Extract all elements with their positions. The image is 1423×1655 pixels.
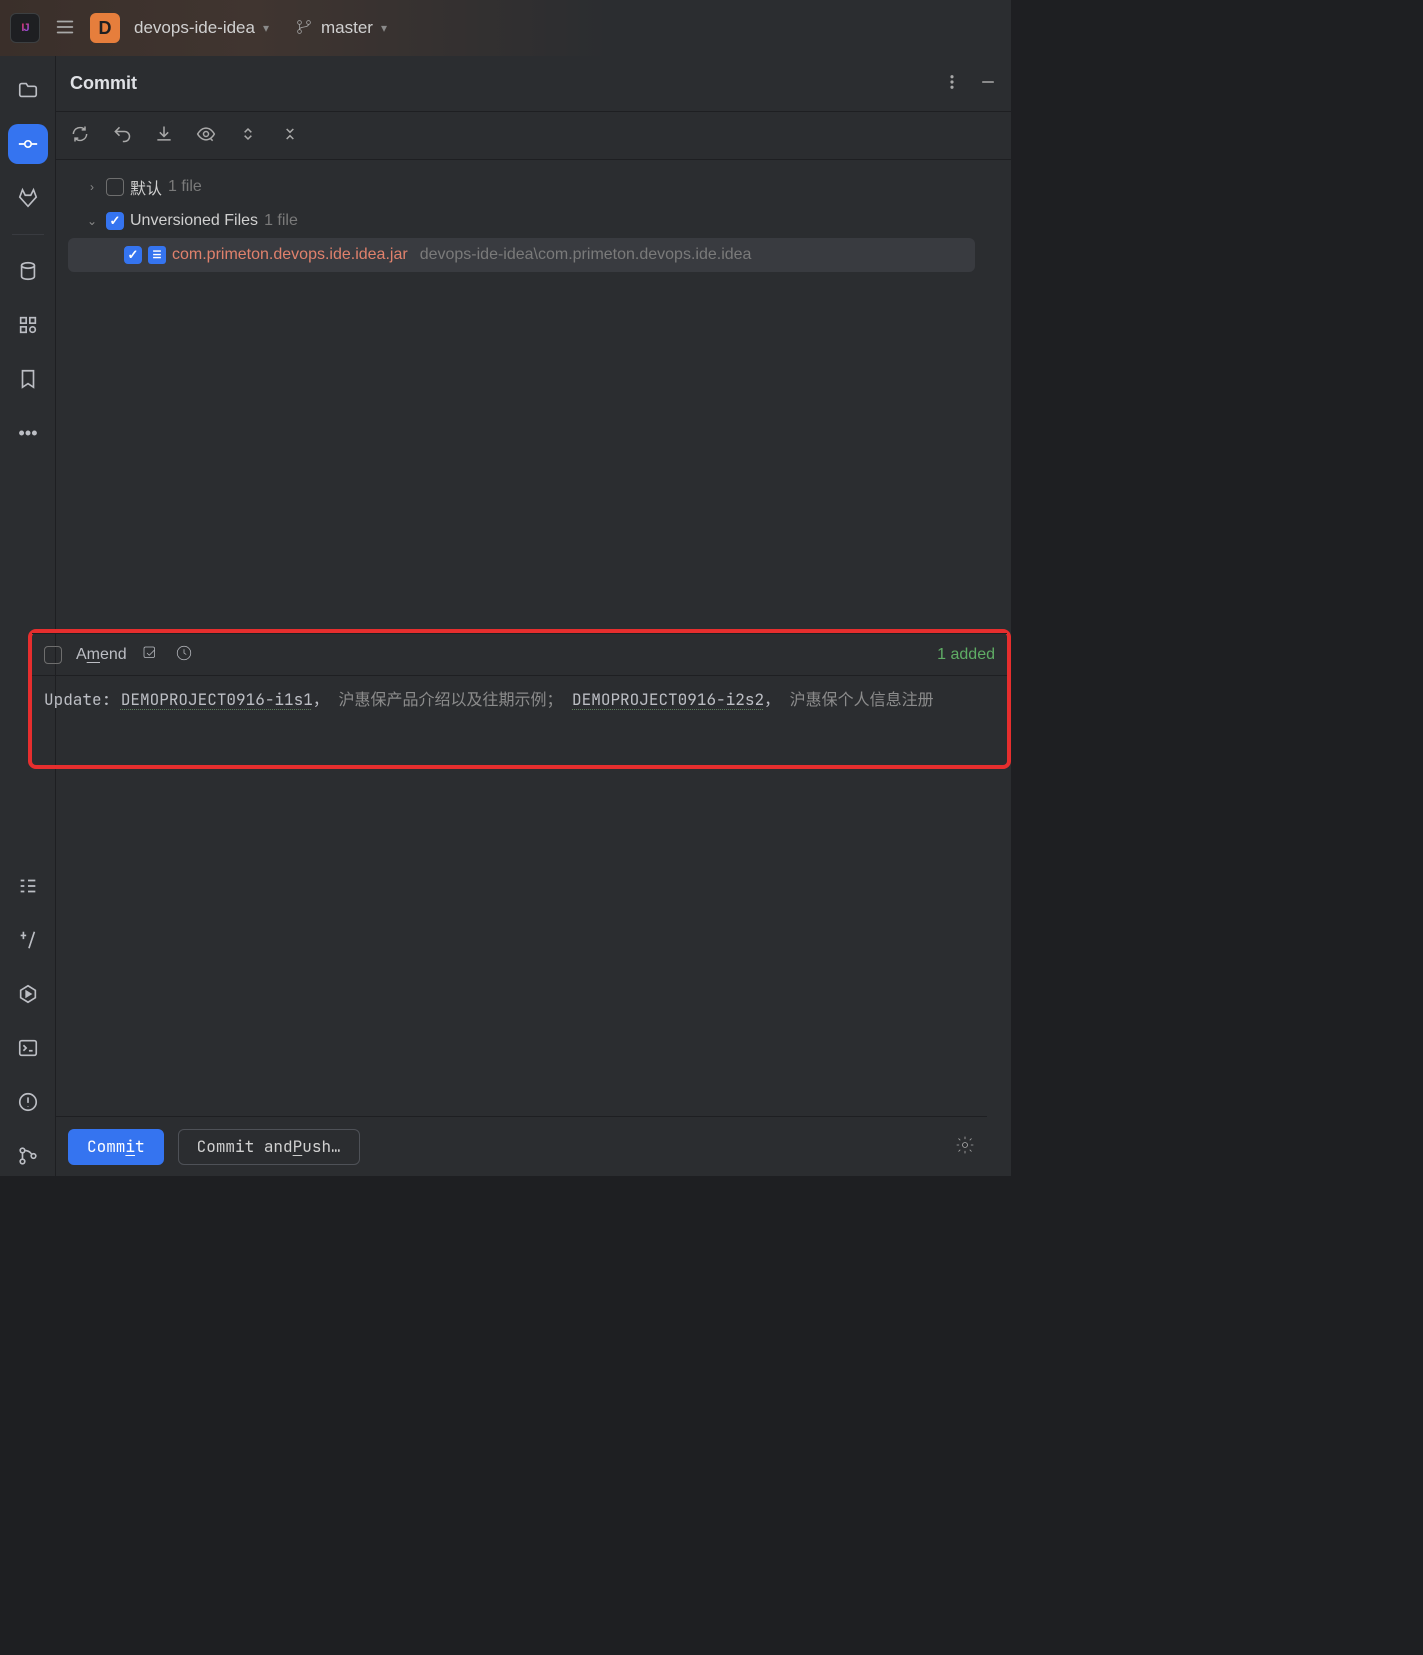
commit-checks-icon[interactable] — [141, 644, 159, 665]
vcs-tool-button[interactable] — [8, 1136, 48, 1176]
commit-footer: Commit Commit and Push… — [56, 1116, 987, 1176]
changes-tree: › 默认 1 file ⌄ Unversioned Files 1 file ☰… — [56, 160, 987, 282]
terminal-tool-button[interactable] — [8, 1028, 48, 1068]
main-menu-button[interactable] — [54, 16, 76, 41]
unversioned-label: Unversioned Files — [130, 212, 258, 230]
commit-toolbar — [56, 112, 1011, 160]
commit-options-bar: Amend 1 added — [32, 633, 1007, 675]
project-badge: D — [90, 13, 120, 43]
expand-icon[interactable]: › — [84, 180, 100, 194]
project-tool-button[interactable] — [8, 70, 48, 110]
panel-title: Commit — [70, 73, 137, 94]
chevron-down-icon: ▾ — [263, 21, 269, 35]
branch-name-label: master — [321, 18, 373, 38]
expand-all-button[interactable] — [238, 124, 258, 147]
shelve-button[interactable] — [154, 124, 174, 147]
bookmarks-tool-button[interactable] — [8, 359, 48, 399]
more-tools-button[interactable] — [8, 413, 48, 453]
panel-options-button[interactable] — [943, 73, 961, 94]
database-tool-button[interactable] — [8, 251, 48, 291]
unversioned-count: 1 file — [264, 212, 298, 230]
commit-panel: Commit › 默认 — [56, 56, 1011, 1176]
collapse-icon[interactable]: ⌄ — [84, 214, 100, 228]
branch-selector[interactable]: master ▾ — [295, 18, 387, 39]
gitlab-tool-button[interactable] — [8, 178, 48, 218]
diff-preview-button[interactable] — [196, 124, 216, 147]
run-tool-button[interactable] — [8, 974, 48, 1014]
hide-panel-button[interactable] — [979, 73, 997, 94]
commit-button[interactable]: Commit — [68, 1129, 164, 1165]
structure-tool-button[interactable] — [8, 305, 48, 345]
commit-and-push-button[interactable]: Commit and Push… — [178, 1129, 360, 1165]
file-checkbox[interactable] — [124, 246, 142, 264]
problems-tool-button[interactable] — [8, 1082, 48, 1122]
file-name-label: com.primeton.devops.ide.idea.jar — [172, 246, 408, 264]
changelist-default-label: 默认 — [130, 175, 162, 199]
branch-icon — [295, 18, 313, 39]
changelist-default-count: 1 file — [168, 178, 202, 196]
app-icon[interactable]: IJ — [10, 13, 40, 43]
build-tool-button[interactable] — [8, 920, 48, 960]
commit-history-icon[interactable] — [175, 644, 193, 665]
collapse-all-button[interactable] — [280, 124, 300, 147]
project-name-label: devops-ide-idea — [134, 18, 255, 38]
chevron-down-icon: ▾ — [381, 21, 387, 35]
added-count-label: 1 added — [937, 646, 995, 664]
changelist-default[interactable]: › 默认 1 file — [68, 170, 975, 204]
commit-message-input[interactable]: Update: DEMOPROJECT0916-i1s1， 沪惠保产品介绍以及往… — [32, 675, 1007, 765]
commit-tool-button[interactable] — [8, 124, 48, 164]
jar-file-icon: ☰ — [148, 246, 166, 264]
title-bar: IJ D devops-ide-idea ▾ master ▾ — [0, 0, 1011, 56]
file-row[interactable]: ☰ com.primeton.devops.ide.idea.jar devop… — [68, 238, 975, 272]
left-tool-strip — [0, 56, 56, 1176]
rollback-button[interactable] — [112, 124, 132, 147]
unversioned-checkbox[interactable] — [106, 212, 124, 230]
unversioned-files-node[interactable]: ⌄ Unversioned Files 1 file — [68, 204, 975, 238]
amend-checkbox[interactable] — [44, 646, 62, 664]
project-selector[interactable]: devops-ide-idea ▾ — [134, 18, 269, 38]
changelist-default-checkbox[interactable] — [106, 178, 124, 196]
refresh-button[interactable] — [70, 124, 90, 147]
commit-settings-button[interactable] — [955, 1135, 975, 1158]
highlighted-region: Amend 1 added Update: DEMOPROJECT0916-i1… — [28, 629, 1011, 769]
file-path-label: devops-ide-idea\com.primeton.devops.ide.… — [420, 246, 752, 264]
amend-label: Amend — [76, 646, 127, 664]
todo-tool-button[interactable] — [8, 866, 48, 906]
